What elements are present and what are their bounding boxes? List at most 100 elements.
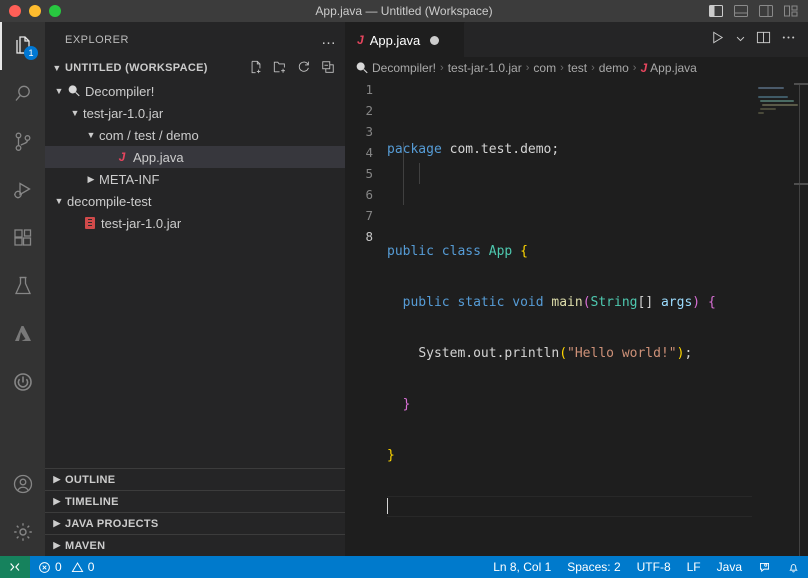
- status-editor-encoding[interactable]: UTF-8: [629, 556, 679, 578]
- minimap-slider[interactable]: [794, 183, 808, 185]
- code-line-1: package com.test.demo;: [387, 139, 752, 160]
- toggle-primary-sidebar-icon[interactable]: [708, 4, 724, 18]
- tab-app-java[interactable]: J App.java: [345, 22, 465, 57]
- close-window-button[interactable]: [9, 5, 21, 17]
- status-editor-indentation[interactable]: Spaces: 2: [559, 556, 628, 578]
- toggle-secondary-sidebar-icon[interactable]: [758, 4, 774, 18]
- status-editor-position[interactable]: Ln 8, Col 1: [485, 556, 559, 578]
- sidebar-title: EXPLORER: [65, 34, 129, 46]
- activity-item-manage[interactable]: [0, 508, 45, 556]
- code-line-2: [387, 190, 752, 211]
- chevron-down-icon[interactable]: ▼: [53, 86, 65, 96]
- sidebar-section-outline[interactable]: ▶OUTLINE: [45, 468, 345, 490]
- sidebar-more-actions-icon[interactable]: …: [321, 35, 337, 45]
- minimap-scrollbar[interactable]: [799, 83, 800, 556]
- tree-item[interactable]: ▶META-INF: [45, 168, 345, 190]
- breadcrumb[interactable]: Decompiler!›test-jar-1.0.jar›com›test›de…: [345, 57, 808, 79]
- minimap[interactable]: [752, 79, 808, 556]
- keyword-class: class: [442, 244, 481, 259]
- tree-item[interactable]: ▼decompile-test: [45, 190, 345, 212]
- keyword-package: package: [387, 142, 442, 157]
- breadcrumb-label: com: [533, 61, 556, 75]
- tree-item[interactable]: ▼Decompiler!: [45, 80, 345, 102]
- activity-item-azure[interactable]: [0, 310, 45, 358]
- status-editor-language[interactable]: Java: [709, 556, 750, 578]
- sidebar-section-timeline[interactable]: ▶TIMELINE: [45, 490, 345, 512]
- workbench-body: 1: [0, 22, 808, 556]
- problems-status[interactable]: 0 0: [30, 556, 102, 578]
- text-cursor: [387, 498, 388, 514]
- code-line-7: }: [387, 445, 752, 466]
- customize-layout-icon[interactable]: [783, 4, 799, 18]
- magnifier-icon: [65, 84, 83, 98]
- file-tree[interactable]: ▼Decompiler!▼test-jar-1.0.jar▼com / test…: [45, 79, 345, 468]
- chevron-right-icon[interactable]: ▶: [85, 174, 97, 185]
- breadcrumb-label: test: [568, 61, 587, 75]
- breadcrumb-label: App.java: [650, 61, 697, 75]
- tab-dirty-indicator[interactable]: [430, 36, 439, 45]
- tab-label: App.java: [370, 33, 421, 48]
- tree-item[interactable]: ▼com / test / demo: [45, 124, 345, 146]
- breadcrumb-label: demo: [599, 61, 629, 75]
- minimize-window-button[interactable]: [29, 5, 41, 17]
- sidebar-section-java-projects[interactable]: ▶JAVA PROJECTS: [45, 512, 345, 534]
- tree-item[interactable]: ▼JApp.java: [45, 146, 345, 168]
- breadcrumb-item[interactable]: Decompiler!: [355, 61, 436, 75]
- split-editor-icon[interactable]: [756, 30, 771, 50]
- collapse-all-icon[interactable]: [321, 60, 335, 77]
- line-number-gutter: 12345678: [345, 79, 387, 556]
- notifications-button[interactable]: [779, 556, 808, 578]
- activity-item-explorer[interactable]: 1: [0, 22, 45, 70]
- refresh-icon[interactable]: [297, 60, 311, 77]
- chevron-down-icon[interactable]: ▼: [69, 108, 81, 118]
- jar-file-icon: [81, 217, 99, 229]
- activity-item-source-control[interactable]: [0, 118, 45, 166]
- activity-bar: 1: [0, 22, 45, 556]
- keyword-public: public: [403, 295, 450, 310]
- chevron-down-icon[interactable]: ▼: [53, 196, 65, 206]
- sidebar-section-maven[interactable]: ▶MAVEN: [45, 534, 345, 556]
- breadcrumb-item[interactable]: com: [533, 61, 556, 75]
- workspace-section-header[interactable]: ▼ UNTITLED (WORKSPACE): [45, 57, 345, 79]
- tree-item-label: App.java: [131, 150, 184, 165]
- activity-item-search[interactable]: [0, 70, 45, 118]
- status-editor-eol[interactable]: LF: [679, 556, 709, 578]
- zoom-window-button[interactable]: [49, 5, 61, 17]
- tree-item-label: META-INF: [97, 172, 159, 187]
- minimap-slider[interactable]: [794, 83, 808, 85]
- tree-item-label: test-jar-1.0.jar: [81, 106, 163, 121]
- activity-item-run-debug[interactable]: [0, 166, 45, 214]
- line-number: 2: [345, 100, 373, 121]
- magnifier-icon: [355, 61, 369, 75]
- tree-item[interactable]: ▼test-jar-1.0.jar: [45, 212, 345, 234]
- code-content[interactable]: package com.test.demo; public class App …: [387, 79, 752, 556]
- code-editor[interactable]: 12345678 package com.test.demo; public c…: [345, 79, 808, 556]
- new-file-icon[interactable]: [249, 60, 263, 77]
- error-count: 0: [55, 560, 62, 574]
- breadcrumb-item[interactable]: JApp.java: [640, 61, 696, 75]
- sidebar-bottom-sections: ▶OUTLINE▶TIMELINE▶JAVA PROJECTS▶MAVEN: [45, 468, 345, 556]
- activity-item-accounts[interactable]: [0, 460, 45, 508]
- toggle-panel-icon[interactable]: [733, 4, 749, 18]
- chevron-down-icon[interactable]: ▼: [85, 130, 97, 140]
- line-number: 7: [345, 205, 373, 226]
- chevron-down-icon[interactable]: [735, 31, 746, 49]
- remote-host-button[interactable]: [0, 556, 30, 578]
- activity-item-extensions[interactable]: [0, 214, 45, 262]
- new-folder-icon[interactable]: [273, 60, 287, 77]
- feedback-button[interactable]: [750, 556, 779, 578]
- breadcrumb-item[interactable]: demo: [599, 61, 629, 75]
- breadcrumb-item[interactable]: test: [568, 61, 587, 75]
- activity-item-testing[interactable]: [0, 262, 45, 310]
- breadcrumb-item[interactable]: test-jar-1.0.jar: [448, 61, 522, 75]
- activity-item-remote-explorer[interactable]: [0, 358, 45, 406]
- java-file-icon: J: [640, 61, 647, 75]
- tree-item[interactable]: ▼test-jar-1.0.jar: [45, 102, 345, 124]
- run-play-icon[interactable]: [710, 30, 725, 50]
- ellipsis-icon[interactable]: [781, 30, 796, 50]
- section-label: MAVEN: [65, 540, 105, 552]
- tree-item-label: test-jar-1.0.jar: [99, 216, 181, 231]
- line-number: 4: [345, 142, 373, 163]
- java-file-icon: J: [357, 33, 364, 47]
- paren: ): [692, 295, 700, 310]
